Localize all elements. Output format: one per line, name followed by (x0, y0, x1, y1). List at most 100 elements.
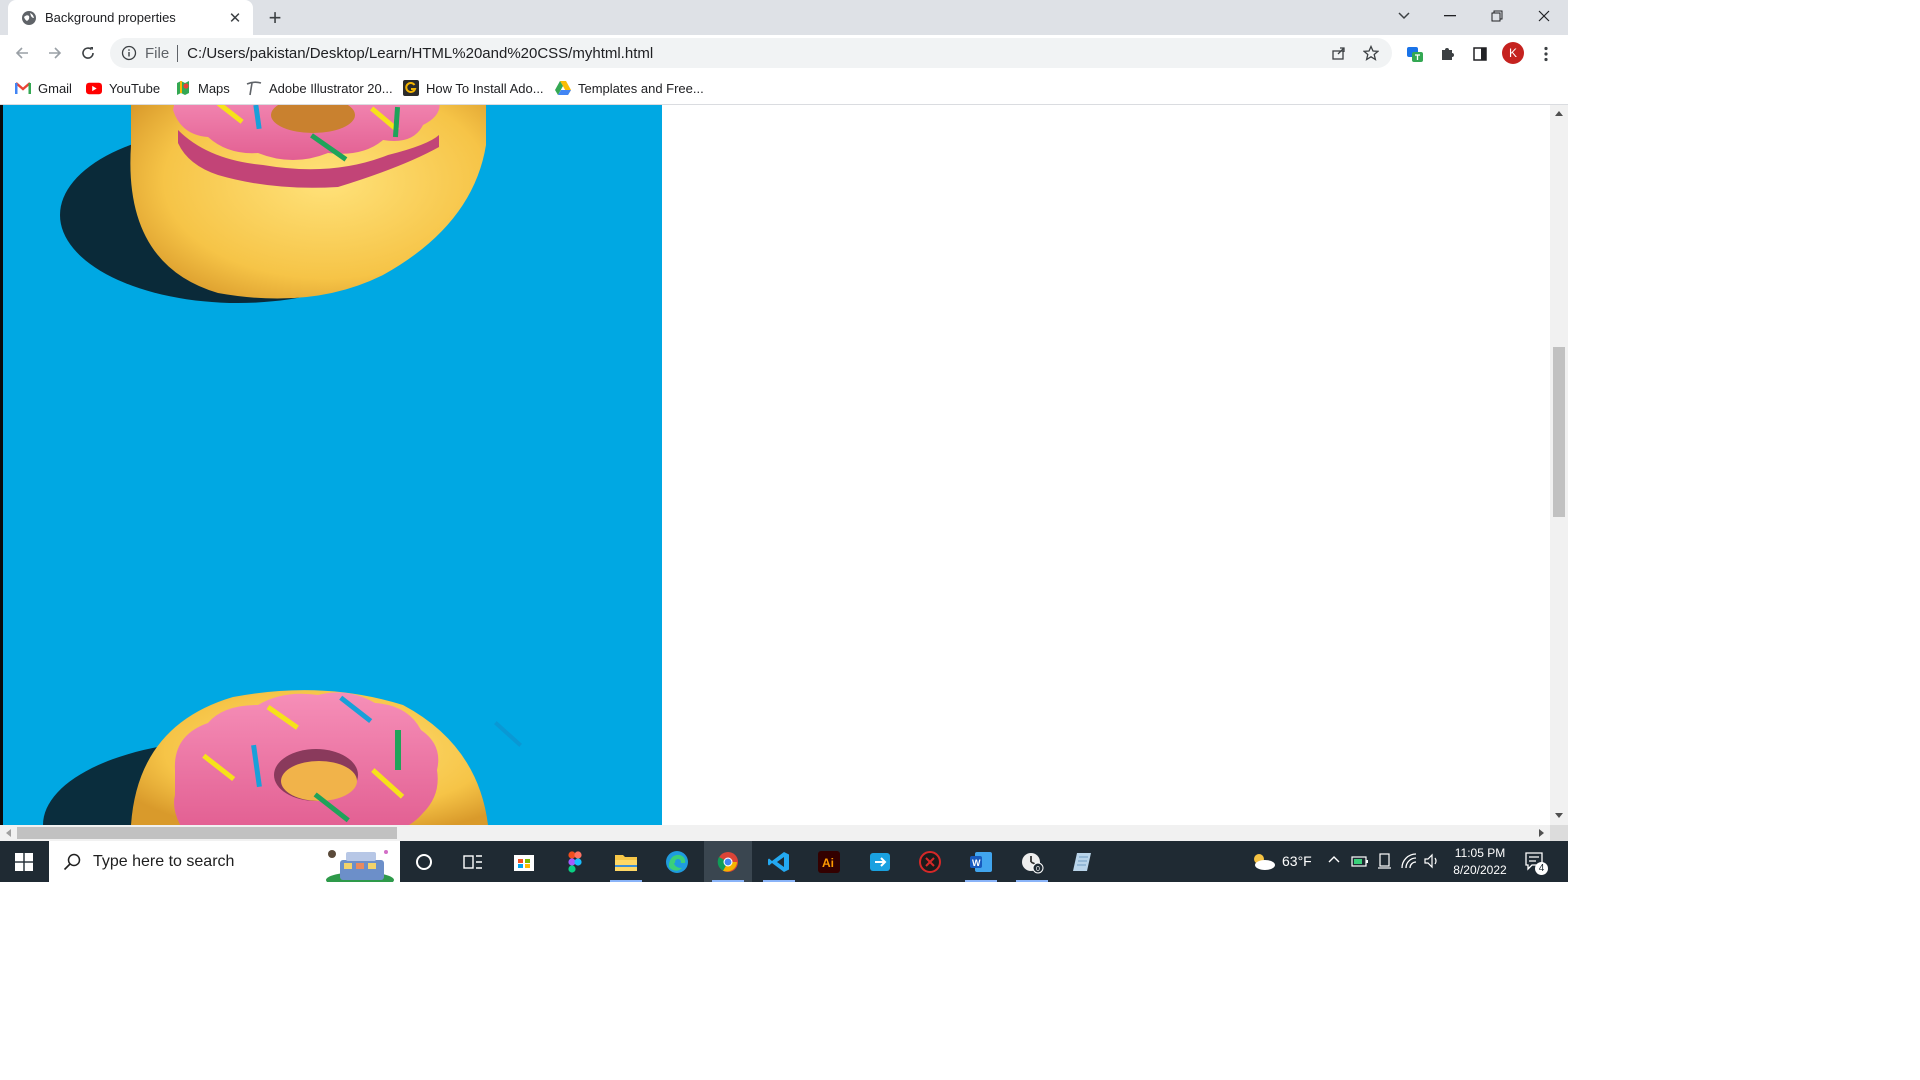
donut-image (43, 105, 522, 825)
forward-button[interactable] (41, 39, 69, 67)
tab-title: Background properties (45, 10, 176, 25)
side-panel-icon[interactable] (1468, 42, 1492, 66)
task-view-button[interactable] (449, 841, 497, 882)
search-placeholder: Type here to search (93, 852, 235, 870)
volume-icon[interactable] (1423, 852, 1441, 870)
notepad-icon (1073, 852, 1091, 871)
vertical-scroll-thumb[interactable] (1553, 347, 1565, 517)
windows-start-button[interactable] (0, 841, 48, 882)
bookmark-star-icon[interactable] (1360, 42, 1382, 64)
gmail-icon (15, 80, 31, 96)
running-indicator (763, 880, 795, 882)
bookmark-label: Templates and Free... (578, 80, 704, 96)
word-button[interactable]: W (957, 841, 1005, 882)
windows-taskbar: Type here to search Ai W 0 63°F 11:05 PM… (0, 841, 1568, 882)
reload-button[interactable] (74, 39, 102, 67)
svg-text:W: W (972, 858, 981, 868)
app-red-icon (919, 850, 941, 873)
bookmark-youtube[interactable]: YouTube (86, 78, 160, 98)
file-explorer-icon (615, 854, 637, 871)
browser-tab[interactable]: Background properties ✕ (8, 0, 253, 35)
back-button[interactable] (8, 39, 36, 67)
page-viewport (0, 105, 1550, 825)
chrome-icon (717, 851, 738, 872)
close-window-button[interactable] (1521, 0, 1567, 32)
address-bar[interactable]: File C:/Users/pakistan/Desktop/Learn/HTM… (110, 38, 1392, 68)
share-icon[interactable] (1328, 42, 1350, 64)
horizontal-scroll-thumb[interactable] (17, 827, 397, 839)
url-text[interactable]: C:/Users/pakistan/Desktop/Learn/HTML%20a… (187, 45, 1328, 62)
running-indicator (965, 880, 997, 882)
windows-logo-icon (15, 852, 33, 871)
bookmark-templates[interactable]: Templates and Free... (555, 78, 704, 98)
bookmark-label: YouTube (109, 80, 161, 96)
globe-icon (22, 10, 36, 25)
search-icon (63, 853, 81, 870)
close-tab-icon[interactable]: ✕ (227, 10, 243, 27)
profile-avatar[interactable]: K (1502, 42, 1524, 64)
illustrator-button[interactable]: Ai (805, 841, 853, 882)
bookmark-adobe-illustrator[interactable]: Adobe Illustrator 20... (246, 78, 393, 98)
tab-search-icon[interactable] (1381, 0, 1427, 32)
omnibox-separator (177, 44, 179, 62)
bookmark-label: Maps (198, 80, 230, 96)
browser-toolbar: File C:/Users/pakistan/Desktop/Learn/HTM… (0, 35, 1568, 72)
svg-text:0: 0 (1036, 866, 1040, 873)
youtube-icon (86, 80, 102, 96)
restore-button[interactable] (1474, 0, 1520, 32)
donut-bottom (43, 690, 522, 825)
alarm-button[interactable]: 0 (1008, 841, 1056, 882)
chrome-menu-icon[interactable] (1534, 42, 1558, 66)
new-tab-button[interactable]: + (263, 5, 287, 30)
store-button[interactable] (500, 841, 548, 882)
scroll-right-arrow-icon[interactable] (1539, 829, 1544, 837)
file-explorer-button[interactable] (602, 841, 650, 882)
bookmark-how-to-install[interactable]: How To Install Ado... (403, 78, 544, 98)
bookmark-label: Gmail (38, 80, 72, 96)
battery-icon[interactable] (1351, 853, 1369, 869)
clock-time: 11:05 PM (1454, 846, 1506, 860)
background-image-area (0, 105, 662, 825)
chevron-up-icon[interactable] (1328, 855, 1340, 863)
red-app-button[interactable] (906, 841, 954, 882)
clock-date: 8/20/2022 (1453, 863, 1507, 877)
vscode-button[interactable] (755, 841, 803, 882)
scroll-up-arrow-icon[interactable] (1555, 111, 1563, 116)
chrome-button[interactable] (704, 841, 752, 882)
wifi-icon[interactable] (1400, 852, 1418, 870)
taskbar-search-box[interactable]: Type here to search (49, 841, 400, 882)
title-bar: Background properties ✕ + (0, 0, 1568, 35)
notepad-button[interactable] (1058, 841, 1106, 882)
horizontal-scrollbar[interactable] (0, 825, 1550, 841)
google-drive-icon (555, 80, 571, 96)
illustrator-icon: Ai (818, 850, 840, 873)
figma-icon (568, 850, 582, 873)
donut-top (60, 105, 486, 303)
notification-count-badge: 4 (1535, 862, 1548, 875)
scroll-left-arrow-icon[interactable] (6, 829, 11, 837)
figma-button[interactable] (551, 841, 599, 882)
cortana-button[interactable] (400, 841, 448, 882)
snip-button[interactable] (856, 841, 904, 882)
bookmark-gmail[interactable]: Gmail (15, 78, 72, 98)
weather-temperature[interactable]: 63°F (1282, 853, 1312, 869)
extensions-puzzle-icon[interactable] (1435, 42, 1459, 66)
translate-extension-icon[interactable] (1403, 42, 1427, 66)
pen-icon (246, 80, 262, 96)
system-clock[interactable]: 11:05 PM 8/20/2022 (1440, 845, 1520, 879)
device-icon[interactable] (1377, 852, 1393, 870)
bookmark-label: How To Install Ado... (426, 80, 544, 96)
bookmark-maps[interactable]: Maps (175, 78, 230, 98)
scrollbar-corner (1550, 825, 1568, 841)
svg-text:Ai: Ai (822, 856, 834, 870)
minimize-button[interactable] (1427, 0, 1473, 32)
bookmarks-bar: Gmail YouTube Maps Adobe Illustrator 20.… (0, 72, 1568, 105)
notification-center-button[interactable]: 4 (1524, 851, 1548, 875)
weather-cloud-icon[interactable] (1250, 851, 1276, 871)
running-indicator (610, 880, 642, 882)
search-highlight-illustration (326, 850, 394, 882)
scroll-down-arrow-icon[interactable] (1555, 813, 1563, 818)
info-icon[interactable] (121, 45, 137, 61)
vertical-scrollbar[interactable] (1550, 105, 1568, 825)
edge-button[interactable] (653, 841, 701, 882)
